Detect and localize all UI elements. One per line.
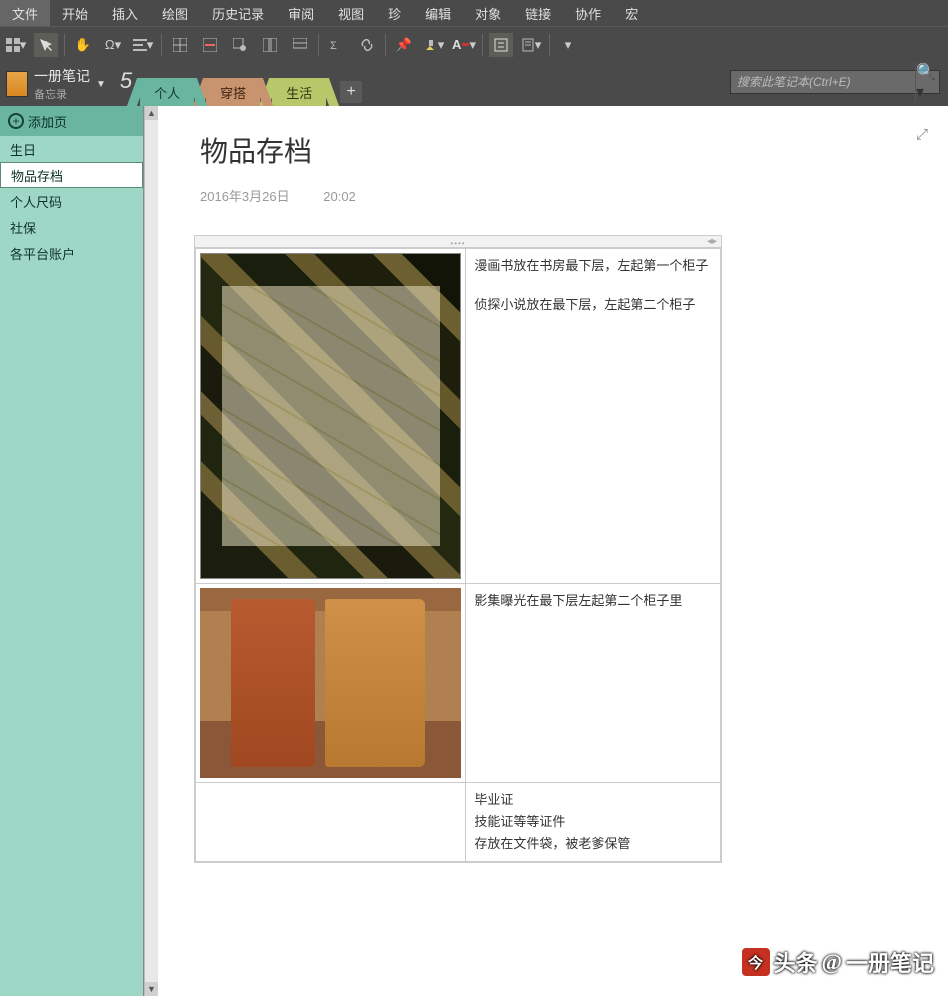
- manga-books-image: [200, 253, 461, 579]
- delete-row-icon[interactable]: [198, 33, 222, 57]
- tab-personal[interactable]: 个人: [140, 78, 194, 106]
- table-row: 影集曝光在最下层左起第二个柜子里: [196, 584, 721, 783]
- tab-row: 一册笔记 备忘录 ▼ 5 个人 穿搭 生活 + 🔍▾: [0, 62, 948, 106]
- tab-outfit[interactable]: 穿搭: [206, 78, 260, 106]
- add-page-label: 添加页: [28, 112, 67, 131]
- plus-circle-icon: +: [8, 113, 24, 129]
- grid-icon[interactable]: ▾: [4, 33, 28, 57]
- note-line: 存放在文件袋，被老爹保管: [474, 833, 712, 855]
- pin-icon[interactable]: 📌: [392, 33, 416, 57]
- text-cell-2[interactable]: 影集曝光在最下层左起第二个柜子里: [466, 584, 721, 783]
- frame-header[interactable]: •••• ◂▸: [195, 236, 721, 248]
- scroll-down-icon[interactable]: ▼: [145, 982, 158, 996]
- note-line: 侦探小说放在最下层，左起第二个柜子: [474, 294, 712, 313]
- page-datetime: 2016年3月26日 20:02: [194, 186, 912, 205]
- highlighter-icon[interactable]: ▾: [422, 33, 446, 57]
- notebook-selector[interactable]: 一册笔记 备忘录 ▼: [0, 62, 118, 106]
- search-icon[interactable]: 🔍▾: [915, 62, 939, 102]
- search-input[interactable]: [731, 75, 915, 89]
- page-item-social[interactable]: 社保: [0, 214, 143, 240]
- notebook-title: 一册笔记: [34, 66, 90, 86]
- tab-life[interactable]: 生活: [272, 78, 326, 106]
- image-cell-2[interactable]: [196, 584, 466, 783]
- table-row: 漫画书放在书房最下层，左起第一个柜子 侦探小说放在最下层，左起第二个柜子: [196, 249, 721, 584]
- search-box: 🔍▾: [730, 70, 940, 94]
- content-table: 漫画书放在书房最下层，左起第一个柜子 侦探小说放在最下层，左起第二个柜子 影集曝…: [195, 248, 721, 862]
- table-split-icon[interactable]: [258, 33, 282, 57]
- table-props-icon[interactable]: [228, 33, 252, 57]
- notebook-badge: 5: [120, 68, 132, 94]
- svg-text:Σ: Σ: [330, 40, 337, 52]
- menu-home[interactable]: 开始: [50, 0, 100, 26]
- table-merge-icon[interactable]: [288, 33, 312, 57]
- menu-file[interactable]: 文件: [0, 0, 50, 26]
- page-title[interactable]: 物品存档: [194, 130, 912, 170]
- page-item-archive[interactable]: 物品存档: [0, 162, 143, 188]
- text-cell-1[interactable]: 漫画书放在书房最下层，左起第一个柜子 侦探小说放在最下层，左起第二个柜子: [466, 249, 721, 584]
- menu-history[interactable]: 历史记录: [200, 0, 276, 26]
- hand-icon[interactable]: ✋: [71, 33, 95, 57]
- menu-zhen[interactable]: 珍: [376, 0, 413, 26]
- dropdown-icon[interactable]: ▾: [556, 33, 580, 57]
- omega-icon[interactable]: Ω▾: [101, 33, 125, 57]
- sidebar-scrollbar[interactable]: ▲ ▼: [144, 106, 158, 996]
- workspace: + 添加页 生日 物品存档 个人尺码 社保 各平台账户 ▲ ▼ ⤢ 物品存档 2…: [0, 106, 948, 996]
- scroll-up-icon[interactable]: ▲: [145, 106, 158, 120]
- page-item-accounts[interactable]: 各平台账户: [0, 240, 143, 266]
- image-cell-1[interactable]: [196, 249, 466, 584]
- page-date: 2016年3月26日: [200, 189, 290, 204]
- formula-icon[interactable]: Σ: [325, 33, 349, 57]
- page-list: 生日 物品存档 个人尺码 社保 各平台账户: [0, 136, 143, 996]
- page-item-size[interactable]: 个人尺码: [0, 188, 143, 214]
- content-frame[interactable]: •••• ◂▸ 漫画书放在书房最下层，左起第一个柜子 侦探小说放在最下层，左起第…: [194, 235, 722, 863]
- note-line: 技能证等等证件: [474, 811, 712, 833]
- menu-object[interactable]: 对象: [463, 0, 513, 26]
- watermark: 今 头条 @ 一册笔记: [742, 946, 935, 978]
- watermark-at: @: [822, 949, 842, 975]
- page-item-birthday[interactable]: 生日: [0, 136, 143, 162]
- table-row: 毕业证 技能证等等证件 存放在文件袋，被老爹保管: [196, 783, 721, 862]
- editor-area[interactable]: ⤢ 物品存档 2016年3月26日 20:02 •••• ◂▸ 漫画书放在书房最…: [158, 106, 948, 996]
- link-icon[interactable]: [355, 33, 379, 57]
- table-icon[interactable]: [168, 33, 192, 57]
- note-line: 影集曝光在最下层左起第二个柜子里: [474, 590, 712, 609]
- note-line: 毕业证: [474, 789, 712, 811]
- menu-bar: 文件 开始 插入 绘图 历史记录 审阅 视图 珍 编辑 对象 链接 协作 宏: [0, 0, 948, 26]
- photo-album-image: [200, 588, 461, 778]
- notebook-subtitle: 备忘录: [34, 86, 90, 102]
- font-color-icon[interactable]: A▾: [452, 33, 476, 57]
- menu-insert[interactable]: 插入: [100, 0, 150, 26]
- menu-draw[interactable]: 绘图: [150, 0, 200, 26]
- tab-add-button[interactable]: +: [340, 81, 362, 103]
- menu-edit[interactable]: 编辑: [413, 0, 463, 26]
- watermark-name: 一册笔记: [846, 946, 934, 978]
- notebook-icon: [6, 71, 28, 97]
- watermark-prefix: 头条: [774, 946, 818, 978]
- sidebar: + 添加页 生日 物品存档 个人尺码 社保 各平台账户: [0, 106, 144, 996]
- menu-collab[interactable]: 协作: [563, 0, 613, 26]
- resize-icon[interactable]: ◂▸: [707, 236, 717, 247]
- text-cell-3[interactable]: 毕业证 技能证等等证件 存放在文件袋，被老爹保管: [466, 783, 721, 862]
- add-page-button[interactable]: + 添加页: [0, 106, 143, 136]
- toolbar: ▾ A ✋ Ω▾ ▾ Σ 📌 ▾ A▾ ▾ ▾: [0, 26, 948, 62]
- svg-text:A: A: [44, 41, 49, 48]
- menu-review[interactable]: 审阅: [276, 0, 326, 26]
- box-icon[interactable]: [489, 33, 513, 57]
- align-icon[interactable]: ▾: [131, 33, 155, 57]
- menu-macro[interactable]: 宏: [613, 0, 650, 26]
- text-select-icon[interactable]: A: [34, 33, 58, 57]
- menu-link[interactable]: 链接: [513, 0, 563, 26]
- chevron-down-icon: ▼: [96, 79, 106, 90]
- menu-view[interactable]: 视图: [326, 0, 376, 26]
- doc-icon[interactable]: ▾: [519, 33, 543, 57]
- expand-icon[interactable]: ⤢: [916, 126, 928, 143]
- note-line: 漫画书放在书房最下层，左起第一个柜子: [474, 255, 712, 274]
- watermark-icon: 今: [742, 948, 770, 976]
- drag-handle-icon[interactable]: ••••: [450, 239, 465, 248]
- image-cell-3[interactable]: [196, 783, 466, 862]
- page-time: 20:02: [323, 189, 356, 204]
